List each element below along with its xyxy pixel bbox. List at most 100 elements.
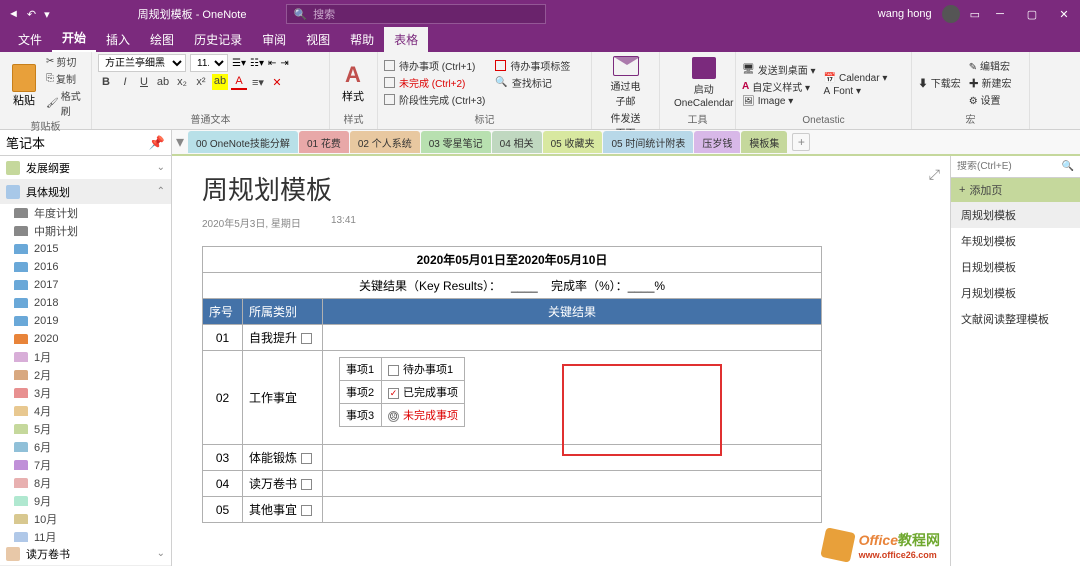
- notebook-item[interactable]: 6月: [0, 438, 171, 456]
- underline-button[interactable]: U: [136, 74, 152, 90]
- font-color-button[interactable]: A: [231, 74, 247, 90]
- maximize-button[interactable]: ▢: [1016, 0, 1048, 28]
- notebook-item[interactable]: 1月: [0, 348, 171, 366]
- tag-undone[interactable]: 未完成 (Ctrl+2): [384, 75, 485, 90]
- page-canvas[interactable]: ⤢ 周规划模板 2020年5月3日, 星期日 13:41 2020年05月01日…: [172, 156, 950, 566]
- image-button[interactable]: 🖼 Image ▾: [742, 96, 816, 107]
- checkbox-icon[interactable]: [388, 365, 399, 376]
- notebook-item[interactable]: 2月: [0, 366, 171, 384]
- notebook-item[interactable]: 8月: [0, 474, 171, 492]
- page-title[interactable]: 周规划模板: [202, 170, 920, 207]
- cut-button[interactable]: ✂ 剪切: [46, 54, 85, 69]
- notebook-item[interactable]: 2020: [0, 330, 171, 348]
- todo-tag-button[interactable]: 待办事项标签: [495, 58, 570, 73]
- menu-insert[interactable]: 插入: [96, 27, 140, 52]
- section-plan[interactable]: 具体规划 ⌃: [0, 180, 171, 204]
- notebook-item[interactable]: 2015: [0, 240, 171, 258]
- strike-button[interactable]: ab: [155, 74, 171, 90]
- email-page-button[interactable]: 通过电子邮 件发送页面: [598, 54, 653, 142]
- clear-format-button[interactable]: ✕: [269, 74, 285, 90]
- page-list-item[interactable]: 文献阅读整理模板: [951, 306, 1080, 332]
- sad-face-icon[interactable]: ☹: [388, 411, 399, 422]
- format-painter-button[interactable]: 🖌 格式刷: [46, 88, 85, 118]
- table-row[interactable]: 04读万卷书: [203, 471, 822, 497]
- menu-help[interactable]: 帮助: [340, 27, 384, 52]
- section-tab[interactable]: 04 相关: [492, 131, 542, 153]
- section-tab[interactable]: 03 零星笔记: [421, 131, 491, 153]
- page-list-item[interactable]: 月规划模板: [951, 280, 1080, 306]
- menu-home[interactable]: 开始: [52, 25, 96, 52]
- menu-history[interactable]: 历史记录: [184, 27, 252, 52]
- notebook-item[interactable]: 5月: [0, 420, 171, 438]
- undo-icon[interactable]: ↶: [27, 8, 36, 21]
- notebook-item[interactable]: 2017: [0, 276, 171, 294]
- search-box[interactable]: 🔍 搜索: [286, 4, 546, 24]
- new-macro-button[interactable]: ✚ 新建宏: [969, 75, 1012, 90]
- table-row[interactable]: 01自我提升: [203, 325, 822, 351]
- add-page-button[interactable]: + 添加页: [951, 178, 1080, 202]
- nav-back-icon[interactable]: ◄: [8, 8, 19, 20]
- copy-button[interactable]: ⎘ 复制: [46, 71, 85, 86]
- todo-item-row[interactable]: 事项3☹未完成事项: [340, 404, 465, 427]
- bullet-list-icon[interactable]: ☰▾: [232, 58, 246, 69]
- section-tab[interactable]: 压岁钱: [694, 131, 740, 153]
- macro-settings-button[interactable]: ⚙ 设置: [969, 92, 1012, 107]
- font-size-select[interactable]: 11.5: [190, 54, 228, 72]
- notebook-item[interactable]: 3月: [0, 384, 171, 402]
- notebook-item[interactable]: 2019: [0, 312, 171, 330]
- highlight-button[interactable]: ab: [212, 74, 228, 90]
- menu-draw[interactable]: 绘图: [140, 27, 184, 52]
- styles-button[interactable]: A 样式: [336, 60, 370, 106]
- custom-styles-button[interactable]: A 自定义样式 ▾: [742, 79, 816, 94]
- notebook-item[interactable]: 10月: [0, 510, 171, 528]
- minimize-button[interactable]: ─: [984, 0, 1016, 28]
- bold-button[interactable]: B: [98, 74, 114, 90]
- section-tab[interactable]: 00 OneNote技能分解: [188, 131, 298, 153]
- todo-item-row[interactable]: 事项1待办事项1: [340, 358, 465, 381]
- outdent-icon[interactable]: ⇤: [268, 58, 276, 69]
- table-row[interactable]: 02工作事宜 事项1待办事项1事项2✓已完成事项事项3☹未完成事项: [203, 351, 822, 445]
- page-list-item[interactable]: 年规划模板: [951, 228, 1080, 254]
- notebook-item[interactable]: 2018: [0, 294, 171, 312]
- section-tab[interactable]: 01 花费: [299, 131, 349, 153]
- font-dd-button[interactable]: A Font ▾: [824, 86, 888, 97]
- send-desktop-button[interactable]: 🖥 发送到桌面 ▾: [742, 62, 816, 77]
- notebook-dropdown-icon[interactable]: ▾: [172, 132, 188, 152]
- menu-view[interactable]: 视图: [296, 27, 340, 52]
- menu-review[interactable]: 审阅: [252, 27, 296, 52]
- paste-button[interactable]: 粘贴: [6, 62, 42, 110]
- tag-todo[interactable]: 待办事项 (Ctrl+1): [384, 58, 485, 73]
- user-name[interactable]: wang hong: [878, 8, 932, 20]
- find-tags-button[interactable]: 🔍查找标记: [495, 75, 570, 90]
- notebook-item[interactable]: 4月: [0, 402, 171, 420]
- redo-icon[interactable]: ▾: [44, 8, 50, 21]
- avatar[interactable]: [942, 5, 960, 23]
- todo-item-row[interactable]: 事项2✓已完成事项: [340, 381, 465, 404]
- font-family-select[interactable]: 方正兰亭细黑: [98, 54, 186, 72]
- close-button[interactable]: ✕: [1048, 0, 1080, 28]
- notebook-item[interactable]: 11月: [0, 528, 171, 542]
- section-tab[interactable]: 02 个人系统: [350, 131, 420, 153]
- section-read[interactable]: 读万卷书 ⌄: [0, 542, 171, 566]
- menu-table[interactable]: 表格: [384, 27, 428, 52]
- tag-phase[interactable]: 阶段性完成 (Ctrl+3): [384, 92, 485, 107]
- edit-macro-button[interactable]: ✎ 编辑宏: [969, 58, 1012, 73]
- notebook-item[interactable]: 年度计划: [0, 204, 171, 222]
- checkbox-checked-icon[interactable]: ✓: [388, 388, 399, 399]
- download-macro-button[interactable]: ⬇ 下载宏: [918, 75, 961, 90]
- subscript-button[interactable]: x₂: [174, 74, 190, 90]
- indent-icon[interactable]: ⇥: [280, 58, 288, 69]
- onecalendar-button[interactable]: 启动 OneCalendar: [666, 55, 741, 111]
- page-search[interactable]: 🔍: [951, 156, 1080, 178]
- pin-icon[interactable]: 📌: [149, 135, 165, 151]
- calendar-dd-button[interactable]: 📅 Calendar ▾: [824, 73, 888, 84]
- section-tab[interactable]: 模板集: [741, 131, 787, 153]
- superscript-button[interactable]: x²: [193, 74, 209, 90]
- table-row[interactable]: 03体能锻炼: [203, 445, 822, 471]
- notebook-item[interactable]: 7月: [0, 456, 171, 474]
- fullscreen-icon[interactable]: ⤢: [929, 166, 940, 183]
- notebook-item[interactable]: 中期计划: [0, 222, 171, 240]
- page-list-item[interactable]: 日规划模板: [951, 254, 1080, 280]
- page-search-input[interactable]: [957, 161, 1062, 172]
- align-button[interactable]: ≡▾: [250, 74, 266, 90]
